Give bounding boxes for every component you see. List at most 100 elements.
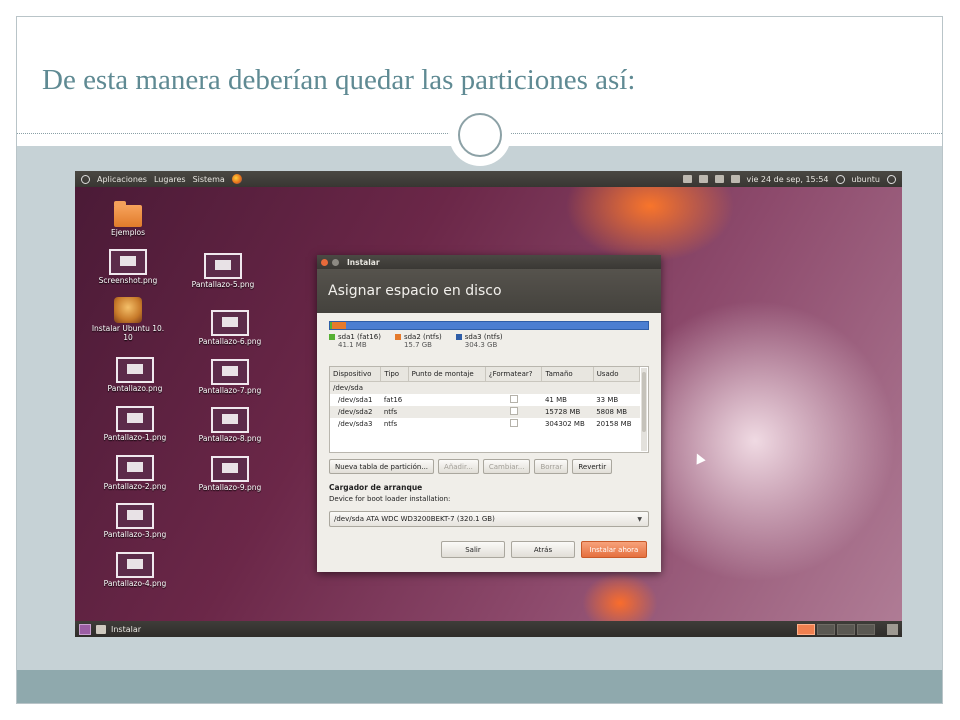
revert-button[interactable]: Revertir (572, 459, 613, 474)
desktop-icon-pantallazo-3[interactable]: Pantallazo-3.png (95, 503, 175, 540)
chevron-down-icon: ▼ (637, 515, 642, 523)
installer-icon (114, 297, 142, 323)
close-icon[interactable] (321, 258, 328, 266)
desktop-icon-pantallazo-5[interactable]: Pantallazo-5.png (183, 253, 263, 290)
quit-button[interactable]: Salir (441, 541, 505, 558)
bootloader-title: Cargador de arranque (329, 483, 423, 492)
image-icon (211, 456, 249, 482)
table-scrollbar[interactable] (641, 368, 647, 451)
table-row[interactable]: /dev/sda (330, 381, 640, 394)
power-icon[interactable] (887, 174, 896, 184)
workspace-3[interactable] (837, 623, 855, 635)
desktop-icon-pantallazo-2[interactable]: Pantallazo-2.png (95, 455, 175, 492)
firefox-icon[interactable] (231, 174, 242, 184)
partition-legend: sda1 (fat16) 41.1 MB sda2 (ntfs) 15.7 GB s… (329, 333, 503, 349)
menu-aplicaciones[interactable]: Aplicaciones (97, 175, 147, 184)
image-icon (211, 359, 249, 385)
back-button[interactable]: Atrás (511, 541, 575, 558)
legend-swatch (329, 334, 335, 340)
image-icon (116, 357, 154, 383)
desktop-icon-pantallazo-4[interactable]: Pantallazo-4.png (95, 552, 175, 589)
table-row[interactable]: /dev/sda3 ntfs 304302 MB 20158 MB (330, 418, 640, 430)
format-checkbox[interactable] (509, 407, 518, 415)
bootloader-subtitle: Device for boot loader installation: (329, 495, 451, 503)
menu-sistema[interactable]: Sistema (193, 175, 225, 184)
desktop-icon-screenshot[interactable]: Screenshot.png (88, 249, 168, 286)
partition-bar (329, 321, 649, 330)
desktop-icon-pantallazo-1[interactable]: Pantallazo-1.png (95, 406, 175, 443)
legend-sda3: sda3 (ntfs) 304.3 GB (455, 333, 503, 349)
minimize-icon[interactable] (332, 258, 339, 266)
workspace-switcher[interactable] (797, 623, 875, 635)
legend-swatch (455, 334, 462, 340)
bootloader-device-value: /dev/sda ATA WDC WD3200BEKT-7 (320.1 GB) (334, 515, 495, 523)
col-dispositivo[interactable]: Dispositivo (330, 367, 382, 382)
desktop-icon-pantallazo-8[interactable]: Pantallazo-8.png (190, 407, 270, 444)
taskbar-item-instalar[interactable]: Instalar (111, 625, 141, 634)
image-icon (211, 407, 249, 433)
user-name[interactable]: ubuntu (852, 175, 881, 184)
workspace-1[interactable] (797, 623, 815, 635)
format-checkbox[interactable] (509, 395, 518, 403)
delete-button[interactable]: Borrar (534, 459, 569, 474)
change-button[interactable]: Cambiar... (482, 459, 531, 474)
col-tipo[interactable]: Tipo (380, 367, 409, 382)
footer-band (17, 670, 942, 703)
image-icon (116, 455, 154, 481)
installer-dialog: Instalar Asignar espacio en disco sda1 (… (317, 255, 661, 572)
bottom-panel: Instalar (75, 621, 902, 637)
desktop-icon-instalar-ubuntu[interactable]: Instalar Ubuntu 10. 10 (88, 297, 168, 342)
network-icon[interactable] (682, 175, 692, 183)
dialog-title: Instalar (347, 257, 380, 267)
slide-title: De esta manera deberían quedar las parti… (42, 64, 636, 96)
image-icon (116, 552, 154, 578)
volume-icon[interactable] (714, 175, 724, 183)
table-row[interactable]: /dev/sda2 ntfs 15728 MB 5808 MB (330, 406, 640, 418)
ubuntu-screenshot: Aplicaciones Lugares Sistema vie 24 de s… (75, 171, 902, 637)
legend-swatch (394, 334, 401, 340)
ubuntu-logo-icon[interactable] (81, 174, 90, 184)
format-checkbox[interactable] (509, 419, 518, 427)
circle-ornament-icon (449, 104, 511, 166)
desktop-icon-pantallazo-9[interactable]: Pantallazo-9.png (190, 456, 270, 493)
legend-sda1: sda1 (fat16) 41.1 MB (329, 333, 381, 349)
image-icon (116, 406, 154, 432)
menu-lugares[interactable]: Lugares (154, 175, 186, 184)
dialog-header: Asignar espacio en disco (317, 269, 661, 313)
clock[interactable]: vie 24 de sep, 15:54 (747, 175, 829, 184)
table-button-row: Nueva tabla de partición... Añadir... Ca… (329, 459, 613, 474)
col-punto-montaje[interactable]: Punto de montaje (408, 367, 486, 382)
col-usado[interactable]: Usado (593, 367, 641, 382)
user-icon (835, 174, 845, 184)
mail-icon[interactable] (730, 175, 740, 183)
desktop-icon-ejemplos[interactable]: Ejemplos (88, 201, 168, 238)
top-panel: Aplicaciones Lugares Sistema vie 24 de s… (75, 171, 902, 187)
bluetooth-icon[interactable] (698, 175, 708, 183)
folder-icon (114, 201, 142, 227)
dialog-titlebar[interactable]: Instalar (317, 255, 661, 269)
mouse-cursor-icon (692, 451, 706, 465)
workspace-4[interactable] (857, 623, 875, 635)
desktop-icon-pantallazo[interactable]: Pantallazo.png (95, 357, 175, 394)
desktop-icon-pantallazo-6[interactable]: Pantallazo-6.png (190, 310, 270, 347)
window-icon (96, 624, 106, 634)
show-desktop-icon[interactable] (79, 623, 91, 635)
partition-bar-sda2 (332, 322, 346, 329)
desktop-icon-pantallazo-7[interactable]: Pantallazo-7.png (190, 359, 270, 396)
dialog-footer: Salir Atrás Instalar ahora (441, 541, 647, 558)
col-tamano[interactable]: Tamaño (541, 367, 594, 382)
image-icon (116, 503, 154, 529)
legend-sda2: sda2 (ntfs) 15.7 GB (394, 333, 442, 349)
table-row[interactable]: /dev/sda1 fat16 41 MB 33 MB (330, 394, 640, 406)
image-icon (211, 310, 249, 336)
add-button[interactable]: Añadir... (438, 459, 479, 474)
install-now-button[interactable]: Instalar ahora (581, 541, 647, 558)
trash-icon[interactable] (887, 623, 898, 635)
workspace-2[interactable] (817, 623, 835, 635)
image-icon (204, 253, 242, 279)
bootloader-device-select[interactable]: /dev/sda ATA WDC WD3200BEKT-7 (320.1 GB)… (329, 511, 649, 527)
image-icon (109, 249, 147, 275)
partition-table[interactable]: Dispositivo Tipo Punto de montaje ¿Forma… (329, 366, 649, 453)
col-formatear[interactable]: ¿Formatear? (485, 367, 543, 382)
new-partition-table-button[interactable]: Nueva tabla de partición... (329, 459, 435, 474)
